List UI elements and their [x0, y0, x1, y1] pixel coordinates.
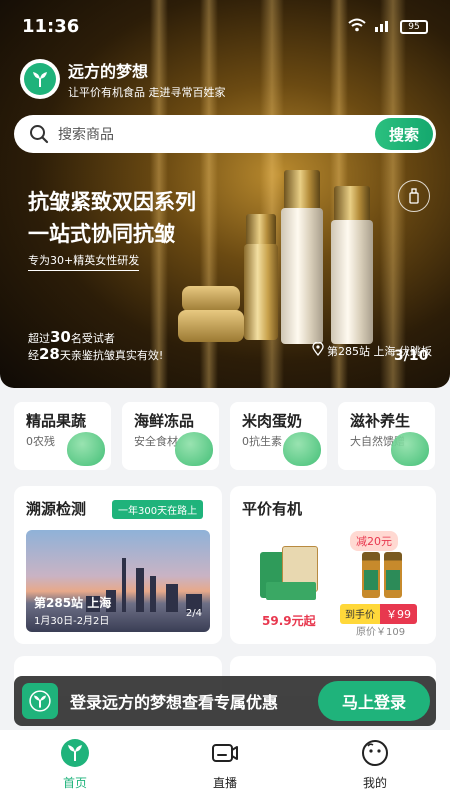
- trace-station: 第285站 上海: [34, 596, 112, 610]
- category-sub: 0农残: [26, 435, 55, 448]
- hero-stat-subjects: 超过30名受试者: [28, 328, 115, 346]
- fish-icon: [175, 432, 213, 466]
- brand-slogan: 让平价有机食品 走进寻常百姓家: [68, 86, 226, 99]
- search-input[interactable]: 搜索商品: [58, 124, 375, 144]
- trace-page-indicator: 2/4: [185, 608, 202, 619]
- trace-date: 1月30日-2月2日: [34, 616, 110, 627]
- search-button[interactable]: 搜索: [375, 118, 433, 150]
- status-icons: 95: [348, 18, 428, 36]
- status-bar: 11:36 95: [0, 0, 450, 52]
- hero-headline-line2: 一站式协同抗皱: [28, 222, 175, 246]
- login-prompt-banner[interactable]: 登录远方的梦想查看专属优惠 马上登录: [14, 676, 436, 726]
- product-a-price: 59.9元起: [262, 614, 316, 628]
- category-meat-egg-milk[interactable]: 米肉蛋奶 0抗生素: [230, 402, 327, 470]
- tab-home-label: 首页: [62, 776, 87, 790]
- deal-price: ￥99: [380, 604, 417, 624]
- brand-logo-icon: [20, 59, 60, 99]
- search-icon: [28, 123, 50, 145]
- city-skyline-image[interactable]: 第285站 上海 1月30日-2月2日 2/4: [26, 530, 210, 632]
- tab-home[interactable]: 首页: [0, 730, 150, 800]
- hero-subtitle: 专为30+精英女性研发: [28, 252, 140, 271]
- deal-label: 到手价: [340, 604, 380, 624]
- hero-headline-line1: 抗皱紧致双因系列: [28, 190, 196, 214]
- cosmetics-brand-icon: [398, 180, 430, 212]
- category-sub: 0抗生素: [242, 435, 282, 448]
- discount-badge: 减20元: [350, 531, 398, 551]
- hero-stat-days: 经28天亲鉴抗皱真实有效!: [28, 345, 164, 363]
- category-seafood[interactable]: 海鲜冻品 安全食材: [122, 402, 219, 470]
- category-health-tonic[interactable]: 滋补养生 大自然馈赠: [338, 402, 435, 470]
- live-camera-icon: [210, 738, 240, 768]
- category-title: 海鲜冻品: [134, 412, 195, 430]
- category-fruits-veg[interactable]: 精品果蔬 0农残: [14, 402, 111, 470]
- tab-profile-label: 我的: [362, 776, 387, 790]
- category-sub: 安全食材: [134, 435, 178, 448]
- brand-name: 远方的梦想: [68, 62, 149, 81]
- search-bar[interactable]: 搜索商品 搜索: [14, 115, 436, 153]
- bowl-icon: [283, 432, 321, 466]
- trace-card-title: 溯源检测: [26, 500, 87, 518]
- tab-live-label: 直播: [212, 776, 237, 790]
- bottom-tab-bar: 首页 直播 我的: [0, 730, 450, 800]
- login-prompt-text: 登录远方的梦想查看专属优惠: [70, 693, 279, 712]
- category-title: 米肉蛋奶: [242, 412, 303, 430]
- tab-live[interactable]: 直播: [150, 730, 300, 800]
- wifi-icon: [348, 18, 366, 36]
- login-button[interactable]: 马上登录: [318, 681, 430, 721]
- hero-page-indicator: 3/10: [394, 348, 429, 364]
- deal-price-row: 到手价 ￥99: [340, 604, 417, 624]
- hero-headline: 抗皱紧致双因系列 一站式协同抗皱: [28, 186, 196, 250]
- product-gift-box-image[interactable]: [260, 546, 322, 604]
- battery-icon: 95: [400, 20, 428, 34]
- tab-profile[interactable]: 我的: [300, 730, 450, 800]
- category-title: 精品果蔬: [26, 412, 87, 430]
- category-title: 滋补养生: [350, 412, 411, 430]
- status-time: 11:36: [22, 16, 80, 37]
- trace-card[interactable]: 溯源检测 一年300天在路上 第285站 上海 1月30日-2月2日 2/4: [14, 486, 222, 644]
- vegetable-icon: [67, 432, 105, 466]
- price-card-title: 平价有机: [242, 500, 303, 518]
- brand-header: 远方的梦想 让平价有机食品 走进寻常百姓家: [20, 58, 226, 100]
- app-logo-icon: [22, 683, 58, 719]
- trace-tag: 一年300天在路上: [112, 500, 204, 519]
- product-bottles-image[interactable]: [360, 552, 410, 600]
- organic-price-card[interactable]: 平价有机 59.9元起 减20元 到手价 ￥99 原价￥109: [230, 486, 436, 644]
- profile-face-icon: [360, 738, 390, 768]
- signal-icon: [374, 18, 392, 36]
- home-sprout-icon: [60, 738, 90, 768]
- hero-banner[interactable]: 11:36 95 远方的梦想 让平价有机食品 走进寻常百姓家 搜索商品 搜索 抗…: [0, 0, 450, 388]
- location-pin-icon: [312, 341, 324, 359]
- bottle-icon: [391, 432, 429, 466]
- original-price: 原价￥109: [356, 627, 406, 638]
